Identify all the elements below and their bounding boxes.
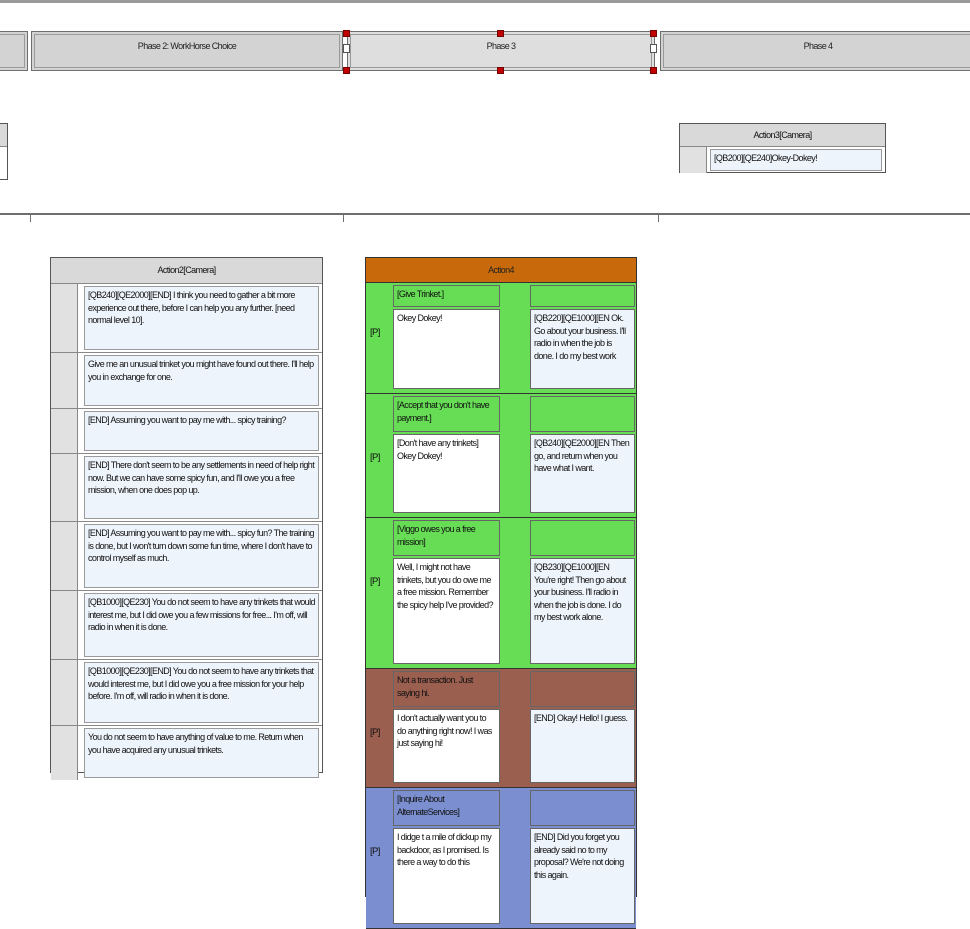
- player-tag: [P]: [370, 452, 380, 463]
- action3-title: Action3[Camera]: [680, 124, 885, 147]
- response-header: [530, 285, 635, 307]
- action2-line: [QB1000][QE230][END] You do not seem to …: [84, 662, 319, 723]
- resize-handle-bottom[interactable]: [497, 67, 504, 74]
- action2-row[interactable]: [QB1000][QE230][END] You do not seem to …: [51, 660, 322, 726]
- choice-header[interactable]: [Inquire About AlternateServices]: [393, 790, 500, 826]
- action4-title: Action4: [366, 258, 636, 283]
- action2-row[interactable]: Give me an unusual trinket you might hav…: [51, 353, 322, 409]
- action2-row[interactable]: [QB1000][QE230] You do not seem to have …: [51, 591, 322, 660]
- row-gutter: [51, 660, 78, 725]
- column-gap: [503, 788, 529, 928]
- choice-header[interactable]: [Give Trinket.]: [393, 285, 500, 307]
- action4-box[interactable]: Action4 [P] [Give Trinket.] Okey Dokey! [QB…: [365, 257, 637, 929]
- npc-response[interactable]: [END] Did you forget you already said no…: [530, 828, 635, 924]
- action2-line: [QB1000][QE230] You do not seem to have …: [84, 593, 319, 657]
- canvas-top-border: [0, 0, 970, 3]
- player-line[interactable]: I don't actually want you to do anything…: [393, 709, 500, 783]
- action2-row[interactable]: [QB240][QE2000][END] I think you need to…: [51, 284, 322, 353]
- action4-groups: [P] [Give Trinket.] Okey Dokey! [QB220][QE1…: [366, 283, 636, 929]
- phase-4-label: Phase 4: [803, 41, 833, 51]
- clipped-action-box[interactable]: [0, 123, 8, 180]
- row-gutter: [51, 726, 78, 780]
- row-gutter: [51, 454, 78, 521]
- action3-row-gutter: [680, 147, 707, 173]
- player-tag: [P]: [370, 846, 380, 857]
- npc-response[interactable]: [QB220][QE1000][EN Ok. Go about your bus…: [530, 309, 635, 389]
- action2-box[interactable]: Action2[Camera] [QB240][QE2000][END] I t…: [50, 257, 323, 780]
- action2-line: [END] There don't seem to be any settlem…: [84, 456, 319, 519]
- phase-2-box[interactable]: Phase 2: WorkHorse Choice: [31, 31, 343, 71]
- timeline-tick: [658, 215, 659, 222]
- row-gutter: [51, 522, 78, 590]
- column-gap: [503, 283, 529, 393]
- timeline-tick: [343, 215, 344, 222]
- column-gap: [503, 669, 529, 787]
- phase-1-box[interactable]: [0, 31, 28, 71]
- phase-3-box[interactable]: Phase 3: [347, 31, 655, 71]
- timeline-tick: [30, 215, 31, 222]
- action2-row[interactable]: [END] There don't seem to be any settlem…: [51, 454, 322, 522]
- player-tag: [P]: [370, 327, 380, 338]
- action4-group[interactable]: [P] Not a transaction. Just saying hi. I d…: [366, 669, 636, 788]
- npc-response[interactable]: [QB240][QE2000][EN Then go, and return w…: [530, 434, 635, 513]
- resize-handle-top[interactable]: [497, 30, 504, 37]
- row-gutter: [51, 409, 78, 453]
- action3-line[interactable]: [QB200][QE240]Okey-Dokey!: [710, 149, 882, 171]
- resize-handle-right[interactable]: [650, 44, 657, 53]
- action2-row[interactable]: [END] Assuming you want to pay me with..…: [51, 522, 322, 591]
- action3-box[interactable]: Action3[Camera] [QB200][QE240]Okey-Dokey…: [679, 123, 886, 173]
- player-tag: [P]: [370, 727, 380, 738]
- phase-3-label: Phase 3: [486, 41, 516, 51]
- action2-line: [QB240][QE2000][END] I think you need to…: [84, 286, 319, 350]
- row-gutter: [51, 353, 78, 408]
- column-gap: [503, 518, 529, 668]
- phase-4-box[interactable]: Phase 4: [660, 31, 970, 71]
- action4-group[interactable]: [P] [Give Trinket.] Okey Dokey! [QB220][QE1…: [366, 283, 636, 394]
- clipped-action-title: [0, 124, 7, 147]
- npc-response[interactable]: [END] Okay! Hello! I guess.: [530, 709, 635, 783]
- resize-handle-bottom-right[interactable]: [650, 67, 657, 74]
- resize-handle-top-left[interactable]: [343, 30, 350, 37]
- choice-header[interactable]: [Accept that you don't have payment.]: [393, 396, 500, 432]
- action2-line: Give me an unusual trinket you might hav…: [84, 355, 319, 406]
- action2-line: [END] Assuming you want to pay me with..…: [84, 524, 319, 588]
- resize-handle-left[interactable]: [343, 44, 350, 53]
- response-header: [530, 790, 635, 826]
- action4-group[interactable]: [P] [Viggo owes you a free mission] Well, …: [366, 518, 636, 669]
- action2-row[interactable]: [END] Assuming you want to pay me with..…: [51, 409, 322, 454]
- action2-line: [END] Assuming you want to pay me with..…: [84, 411, 319, 451]
- row-gutter: [51, 591, 78, 659]
- action4-group[interactable]: [P] [Accept that you don't have payment.]…: [366, 394, 636, 518]
- action2-line: You do not seem to have anything of valu…: [84, 728, 319, 778]
- action2-title: Action2[Camera]: [51, 258, 322, 284]
- player-line[interactable]: Okey Dokey!: [393, 309, 500, 389]
- action4-group[interactable]: [P] [Inquire About AlternateServices] I di…: [366, 788, 636, 929]
- action2-row[interactable]: You do not seem to have anything of valu…: [51, 726, 322, 780]
- row-gutter: [51, 284, 78, 352]
- response-header: [530, 396, 635, 432]
- response-header: [530, 671, 635, 707]
- choice-header[interactable]: Not a transaction. Just saying hi.: [393, 671, 500, 707]
- npc-response[interactable]: [QB230][QE1000][EN You're right! Then go…: [530, 558, 635, 664]
- player-line[interactable]: [Don't have any trinkets] Okey Dokey!: [393, 434, 500, 513]
- column-gap: [503, 394, 529, 517]
- phase-2-label: Phase 2: WorkHorse Choice: [137, 41, 237, 51]
- player-line[interactable]: Well, I might not have trinkets, but you…: [393, 558, 500, 664]
- timeline-divider: [0, 213, 970, 215]
- player-line[interactable]: I didge t a mile of dickup my backdoor, …: [393, 828, 500, 924]
- resize-handle-bottom-left[interactable]: [343, 67, 350, 74]
- player-tag: [P]: [370, 576, 380, 587]
- choice-header[interactable]: [Viggo owes you a free mission]: [393, 520, 500, 556]
- response-header: [530, 520, 635, 556]
- resize-handle-top-right[interactable]: [650, 30, 657, 37]
